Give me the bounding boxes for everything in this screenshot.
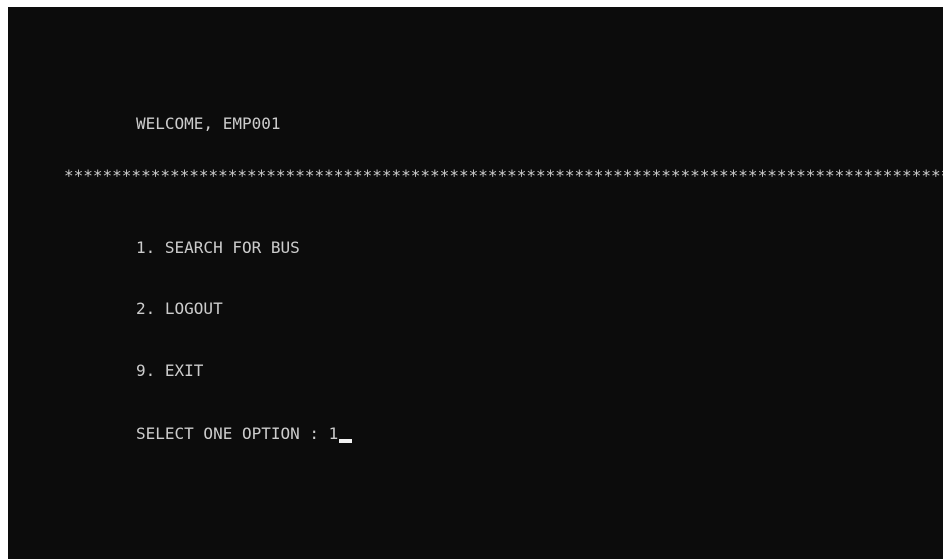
- prompt-input-value[interactable]: 1: [329, 424, 339, 443]
- separator-line: ****************************************…: [64, 166, 943, 185]
- menu-option-search-for-bus: 1. SEARCH FOR BUS: [136, 238, 300, 257]
- menu-option-exit: 9. EXIT: [136, 361, 204, 380]
- welcome-message: WELCOME, EMP001: [136, 114, 281, 133]
- prompt-label: SELECT ONE OPTION :: [136, 424, 329, 443]
- console-window[interactable]: WELCOME, EMP001 ************************…: [8, 7, 943, 559]
- menu-option-logout: 2. LOGOUT: [136, 299, 223, 318]
- text-cursor: [339, 439, 353, 443]
- option-prompt[interactable]: SELECT ONE OPTION : 1: [136, 424, 353, 444]
